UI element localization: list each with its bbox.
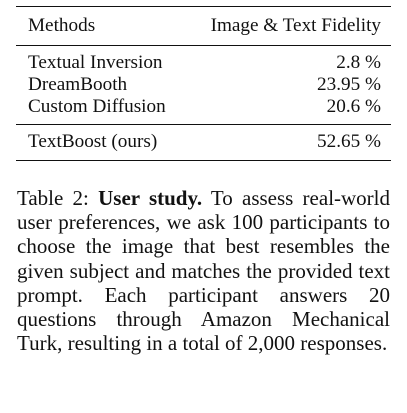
method-name-ours: TextBoost (ours) [16,124,187,161]
method-name: DreamBooth [28,74,128,95]
fidelity-value: 23.95 % [317,74,381,95]
caption-label: Table 2: [17,186,89,210]
fidelity-value: 20.6 % [326,96,381,117]
method-name: Textual Inversion [16,45,187,74]
table-header-row: Methods Image & Text Fidelity [16,6,391,46]
fidelity-value-ours: 52.65 % [186,124,391,161]
results-table: Methods Image & Text Fidelity Textual In… [16,6,391,161]
fidelity-value: 2.8 % [186,45,391,74]
header-methods: Methods [16,6,187,46]
caption-body: To assess real-world user preferences, w… [17,186,391,356]
method-name: Custom Diffusion [28,96,166,117]
table-row: Custom Diffusion 20.6 % [16,96,391,125]
table-row: DreamBooth 23.95 % [16,74,391,96]
header-fidelity: Image & Text Fidelity [186,6,391,46]
table-caption: Table 2: User study. To assess real-worl… [17,186,390,355]
caption-title: User study. [98,186,203,210]
table-row-ours: TextBoost (ours) 52.65 % [16,124,391,161]
table-row: Textual Inversion 2.8 % [16,45,391,74]
